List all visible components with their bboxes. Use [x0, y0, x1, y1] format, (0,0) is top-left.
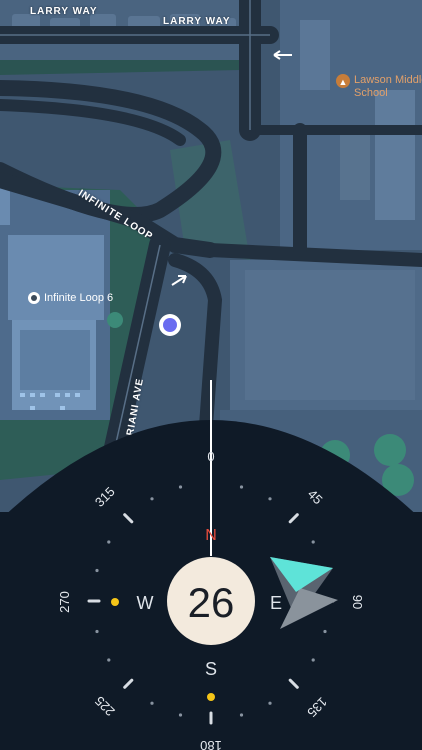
compass-dot [95, 629, 99, 634]
compass-dot [178, 713, 183, 717]
west-marker-dot [111, 598, 119, 606]
cardinal-east: E [270, 593, 282, 613]
degree-label-180: 180 [200, 738, 222, 750]
cardinal-west: W [137, 593, 154, 613]
cardinal-north: N [205, 527, 217, 544]
degree-label-270: 270 [57, 591, 72, 613]
heading-value: 26 [188, 579, 235, 626]
compass-dot [311, 658, 315, 662]
app-screen: ▲ LARRY WAY LARRY WAY INFINITE LOOP MARI… [0, 0, 422, 750]
compass-dot [268, 701, 272, 705]
compass-dot [107, 540, 111, 544]
compass-dot [150, 497, 154, 501]
compass-dot [107, 658, 111, 662]
compass-dot [323, 629, 327, 634]
south-marker-dot [207, 693, 215, 701]
compass-dot [239, 713, 244, 717]
degree-label-90: 90 [350, 595, 365, 609]
compass-dot [239, 485, 244, 489]
compass-dot [150, 701, 154, 705]
compass-dot [95, 568, 99, 573]
compass-dot [178, 485, 183, 489]
compass-dot [311, 540, 315, 544]
cardinal-south: S [205, 659, 217, 679]
compass-panel[interactable]: 26 N E S W 0 45 90 135 180 225 270 315 [0, 0, 422, 750]
degree-label-0: 0 [207, 449, 214, 464]
compass-dot [268, 497, 272, 501]
